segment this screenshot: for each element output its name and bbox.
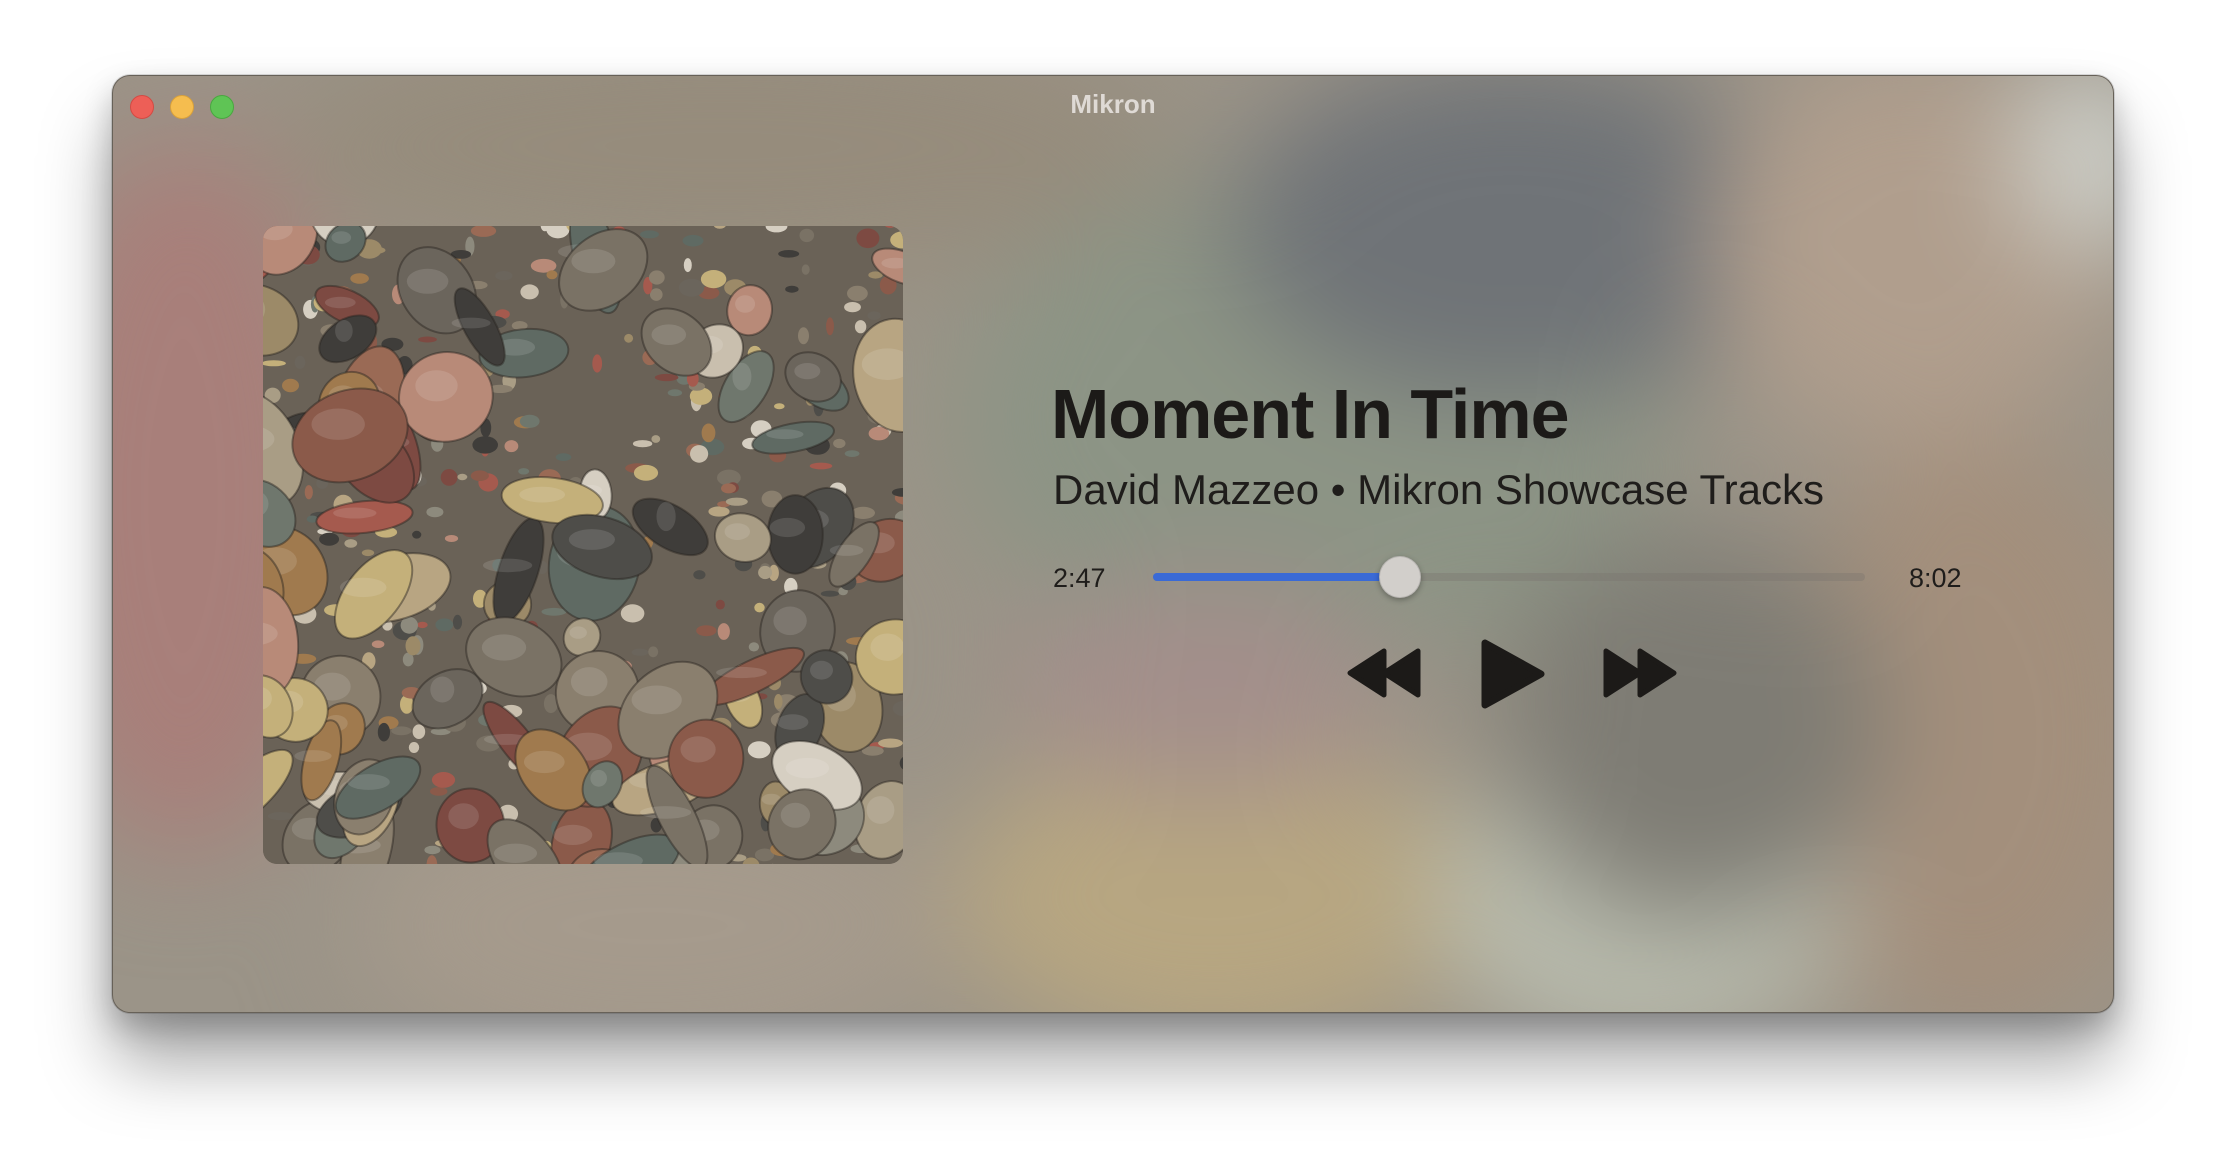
player-window: Mikron Moment In Time David Mazzeo • Mik…	[112, 75, 2114, 1013]
window-title: Mikron	[1070, 89, 1156, 119]
rewind-icon	[1347, 648, 1421, 698]
track-artist-album: David Mazzeo • Mikron Showcase Tracks	[1053, 466, 1824, 513]
title-bar[interactable]: Mikron	[113, 76, 2113, 132]
track-title: Moment In Time	[1051, 375, 1570, 453]
progress-fill	[1153, 573, 1401, 581]
play-icon	[1481, 639, 1545, 709]
total-time: 8:02	[1909, 563, 1962, 593]
fast-forward-button[interactable]	[1603, 648, 1677, 703]
progress-slider[interactable]	[1153, 556, 1865, 598]
progress-knob[interactable]	[1379, 556, 1422, 598]
fast-forward-icon	[1603, 648, 1677, 698]
rewind-button[interactable]	[1347, 648, 1421, 703]
elapsed-time: 2:47	[1053, 563, 1106, 593]
play-button[interactable]	[1479, 638, 1545, 715]
album-artwork	[263, 226, 903, 864]
